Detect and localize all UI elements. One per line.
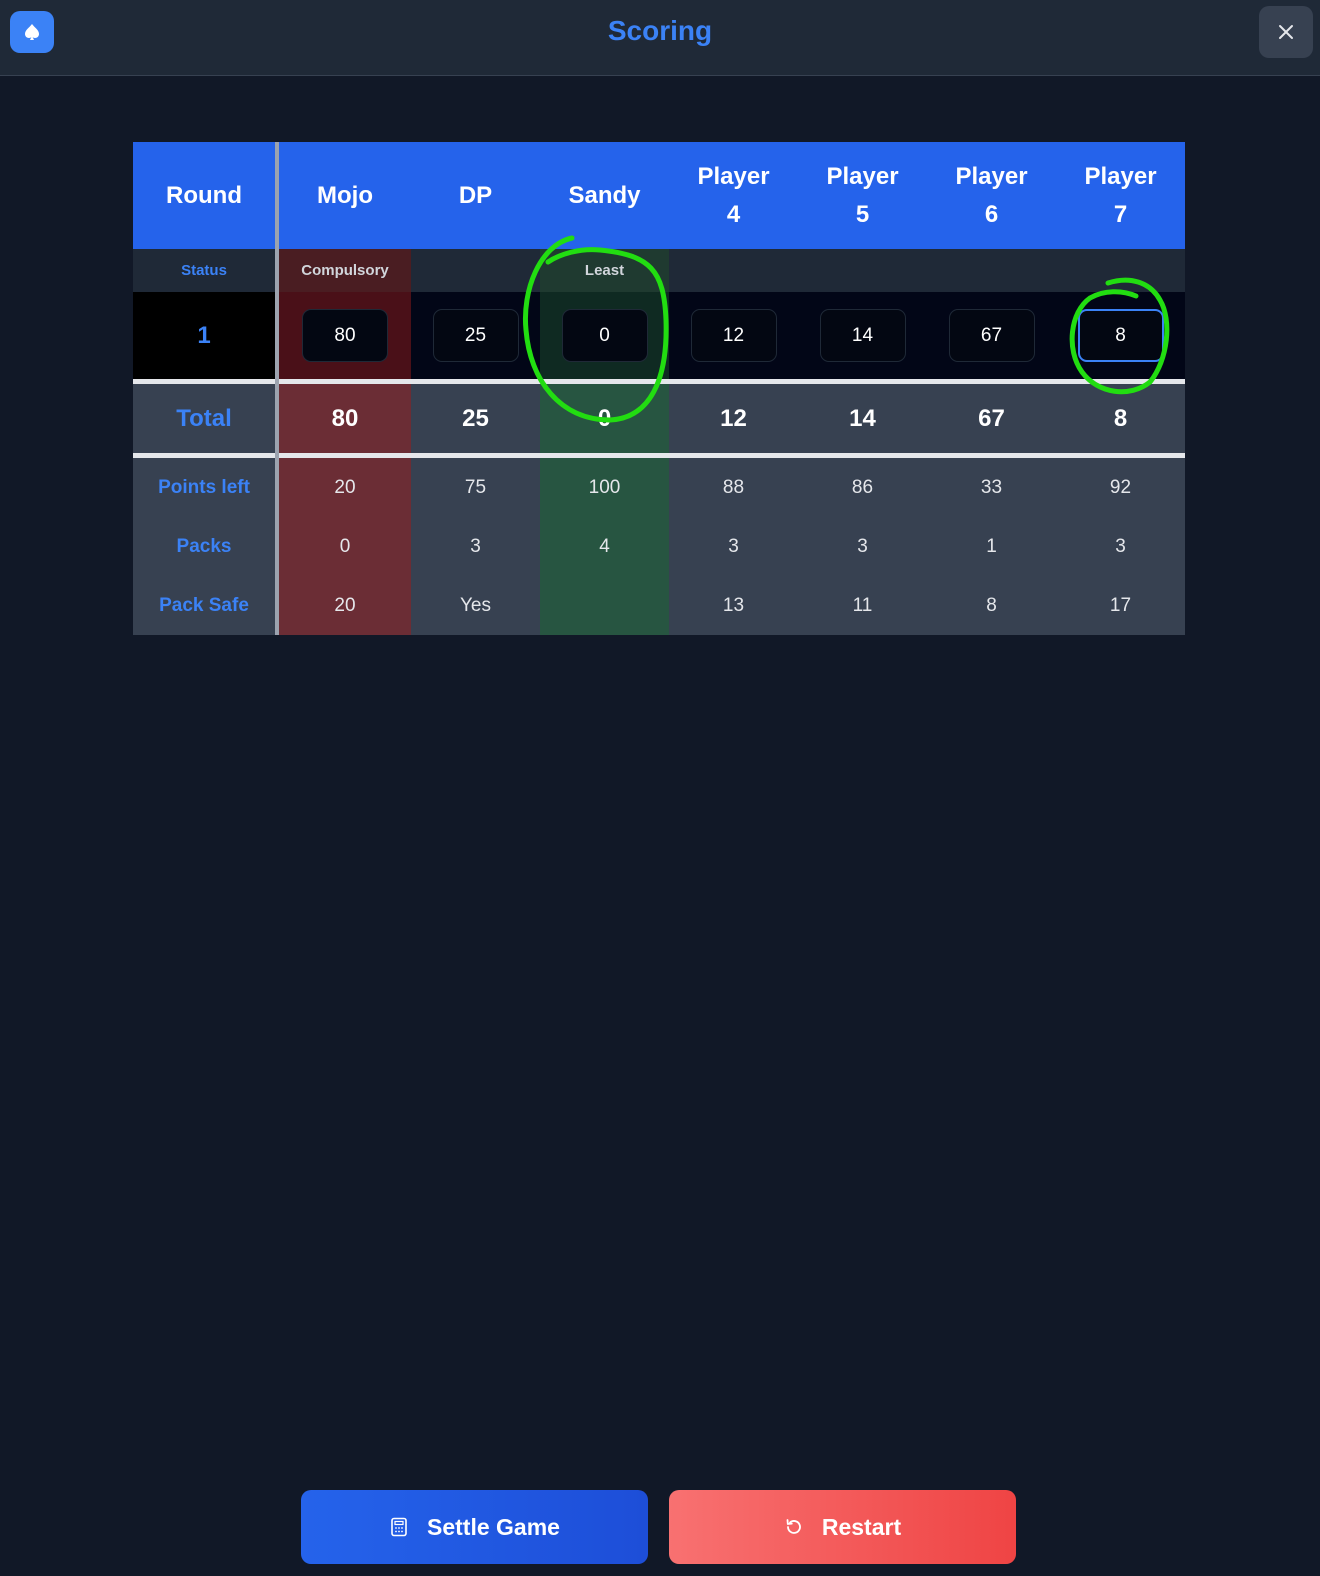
- restart-icon: [786, 1519, 801, 1534]
- round-row: 1: [133, 292, 1185, 379]
- score-input-player-7[interactable]: [1077, 309, 1164, 362]
- status-player-6: [927, 249, 1056, 292]
- close-icon: [1279, 25, 1293, 39]
- header-round: Round: [166, 181, 242, 209]
- stat-value: 3: [1115, 535, 1126, 557]
- restart-label: Restart: [821, 1513, 902, 1540]
- stats-section: Points left 20 75 100 88 86 33 92 Packs …: [133, 458, 1185, 635]
- header-player-5: Player 5: [826, 162, 899, 228]
- score-cell: [279, 292, 411, 379]
- stat-label: Points left: [158, 476, 250, 498]
- score-input-player-5[interactable]: [819, 309, 906, 362]
- table-header-row: Round Mojo DP Sandy Player 4 Player 5 Pl…: [133, 142, 1185, 249]
- stat-value: 13: [722, 594, 745, 616]
- stat-value: 86: [851, 476, 874, 498]
- stat-row-pack-safe: Pack Safe 20 Yes 13 11 8 17: [133, 576, 1185, 635]
- score-input-player-4[interactable]: [690, 309, 777, 362]
- column-separator: [275, 142, 279, 635]
- score-cell: [669, 292, 798, 379]
- total-player-1: 80: [279, 384, 411, 453]
- stat-value: 20: [334, 594, 356, 616]
- stat-value: 3: [470, 535, 481, 557]
- status-player-2: [411, 249, 540, 292]
- score-cell: [411, 292, 540, 379]
- calculator-icon: [391, 1517, 407, 1537]
- score-input-player-3[interactable]: [561, 309, 648, 362]
- status-player-5: [798, 249, 927, 292]
- stat-row-points-left: Points left 20 75 100 88 86 33 92: [133, 458, 1185, 517]
- stat-value: 20: [334, 476, 356, 498]
- stat-value: 0: [339, 535, 351, 557]
- stat-value: 33: [980, 476, 1003, 498]
- score-cell: [927, 292, 1056, 379]
- settle-game-button[interactable]: Settle Game: [301, 1490, 648, 1564]
- page-title: Scoring: [607, 15, 713, 46]
- stat-value: 88: [722, 476, 745, 498]
- stat-label: Packs: [176, 535, 232, 557]
- score-cell: [540, 292, 669, 379]
- header-player-4: Player 4: [697, 162, 770, 228]
- total-player-6: 67: [978, 404, 1005, 432]
- stat-value: 11: [852, 594, 873, 616]
- score-cell: [798, 292, 927, 379]
- total-player-4: 12: [720, 404, 747, 432]
- status-player-4: [669, 249, 798, 292]
- settle-game-label: Settle Game: [427, 1513, 560, 1540]
- close-button[interactable]: [1259, 6, 1313, 58]
- status-label: Status: [181, 262, 227, 279]
- total-row: Total 80 25 0 12 14 67 8: [133, 384, 1185, 453]
- score-input-player-1[interactable]: [302, 309, 388, 362]
- score-input-player-2[interactable]: [432, 309, 519, 362]
- score-table: Round Mojo DP Sandy Player 4 Player 5 Pl…: [133, 142, 1185, 635]
- header-player-6: Player 6: [955, 162, 1028, 228]
- restart-button[interactable]: Restart: [669, 1490, 1016, 1564]
- stat-value: 8: [986, 594, 997, 616]
- stat-value: 92: [1109, 476, 1132, 498]
- stat-value: 4: [599, 535, 610, 557]
- top-bar: Scoring: [0, 0, 1320, 76]
- stat-value: 3: [857, 535, 868, 557]
- stat-value: 17: [1109, 594, 1132, 616]
- status-row: Status Compulsory Least: [133, 249, 1185, 292]
- status-player-7: [1056, 249, 1185, 292]
- header-player-3: Sandy: [568, 181, 641, 209]
- stat-value: 100: [588, 476, 621, 498]
- total-player-5: 14: [849, 404, 876, 432]
- header-player-1: Mojo: [317, 181, 373, 209]
- stat-row-packs: Packs 0 3 4 3 3 1 3: [133, 517, 1185, 576]
- stat-value: 1: [986, 535, 997, 557]
- stat-value: 75: [464, 476, 487, 498]
- header-player-7: Player 7: [1084, 162, 1157, 228]
- total-player-7: 8: [1113, 404, 1128, 432]
- stat-value: [540, 576, 669, 635]
- round-number: 1: [133, 292, 275, 379]
- status-player-1: Compulsory: [279, 249, 411, 292]
- status-player-3: Least: [540, 249, 669, 292]
- score-input-player-6[interactable]: [948, 309, 1035, 362]
- total-player-3: 0: [540, 384, 669, 453]
- score-cell: [1056, 292, 1185, 379]
- stat-value: Yes: [460, 594, 491, 616]
- stat-value: 3: [728, 535, 739, 557]
- total-player-2: 25: [462, 404, 489, 432]
- total-label: Total: [176, 404, 232, 432]
- header-player-2: DP: [458, 181, 493, 209]
- stat-label: Pack Safe: [159, 594, 249, 616]
